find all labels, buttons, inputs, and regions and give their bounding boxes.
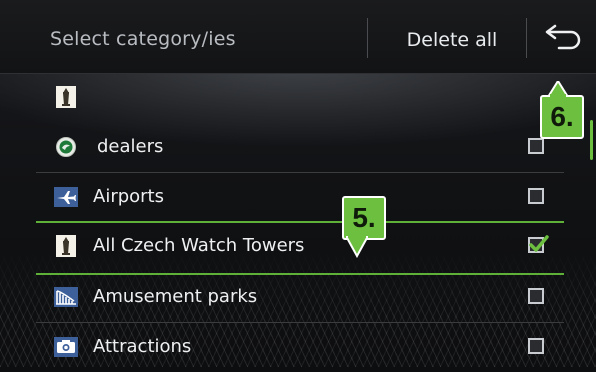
- list-item[interactable]: dealers: [36, 122, 564, 173]
- scrollbar-thumb[interactable]: [590, 120, 593, 160]
- list-item-selected[interactable]: All Czech Watch Towers: [36, 221, 564, 275]
- brand-logo-icon: [54, 136, 78, 158]
- amusement-park-icon: [54, 286, 78, 308]
- back-button[interactable]: [535, 20, 585, 56]
- checkbox[interactable]: [528, 138, 544, 154]
- callout-label: 5.: [352, 202, 376, 233]
- page-title: Select category/ies: [50, 28, 236, 50]
- back-arrow-icon: [545, 24, 581, 50]
- header-divider: [367, 18, 368, 58]
- list-item-label: All Czech Watch Towers: [93, 235, 305, 256]
- list-item[interactable]: [36, 72, 564, 122]
- camera-icon: [54, 336, 78, 358]
- header-divider: [526, 18, 527, 58]
- checkbox[interactable]: [528, 288, 544, 304]
- list-item-label: dealers: [97, 136, 164, 157]
- tower-icon: [54, 235, 78, 257]
- list-item[interactable]: Attractions: [36, 322, 564, 372]
- airplane-icon: [54, 186, 78, 208]
- checkmark-icon: [529, 235, 549, 252]
- delete-all-button[interactable]: Delete all: [382, 18, 522, 58]
- list-item-label: Airports: [93, 186, 164, 207]
- callout-marker-5: 5.: [342, 196, 386, 258]
- list-item-label: Attractions: [93, 336, 192, 357]
- checkbox[interactable]: [528, 188, 544, 204]
- callout-label: 6.: [550, 101, 574, 132]
- checkbox-checked[interactable]: [528, 235, 549, 253]
- callout-pointer: [346, 236, 368, 258]
- list-item[interactable]: Amusement parks: [36, 272, 564, 323]
- callout-marker-6: 6.: [540, 81, 584, 139]
- callout-pointer: [548, 81, 568, 97]
- tower-icon: [54, 86, 78, 108]
- infotainment-screen: Select category/ies Delete all dealers A…: [0, 0, 596, 367]
- list-item-label: Amusement parks: [93, 286, 258, 307]
- list-item[interactable]: Airports: [36, 172, 564, 223]
- checkbox[interactable]: [528, 338, 544, 354]
- header-bar: Select category/ies Delete all: [0, 0, 596, 74]
